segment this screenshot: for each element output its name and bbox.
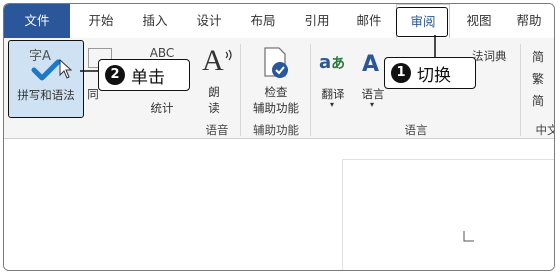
tab-file[interactable]: 文件 [4,4,70,38]
document-page[interactable] [342,159,554,270]
word-window: 文件 开始 插入 设计 布局 引用 邮件 审阅 视图 帮助 字A 拼写和语法 同… [3,3,555,271]
callout-2: 2 单击 [98,59,190,91]
spelling-grammar-button[interactable]: 字A 拼写和语法 [8,40,84,118]
mouse-cursor-icon [59,59,73,79]
accessibility-label-2[interactable]: 辅助功能 [244,100,308,116]
group-label-language: 语言 [404,123,428,137]
read-aloud-label-1[interactable]: 朗 [206,84,222,100]
document-area[interactable] [4,139,554,270]
read-aloud-label-2[interactable]: 读 [206,100,222,116]
tab-mailings[interactable]: 邮件 [346,4,392,38]
dictionary-label-fragment[interactable]: 法词典 [472,48,507,64]
sound-waves-icon [225,49,232,61]
group-separator [520,44,521,136]
tab-insert[interactable]: 插入 [132,4,178,38]
margin-corner-mark [463,231,474,242]
ribbon-tab-bar: 文件 开始 插入 设计 布局 引用 邮件 审阅 视图 帮助 [4,4,554,39]
group-label-speech: 语音 [205,123,229,137]
group-label-accessibility: 辅助功能 [253,123,299,137]
callout-2-text: 单击 [131,67,165,88]
chinese-conversion-icon[interactable]: 简 [532,92,544,109]
wordcount-icon[interactable]: ABC [144,46,180,60]
tab-view[interactable]: 视图 [456,4,502,38]
callout-2-number: 2 [105,65,125,85]
callout-1-number: 1 [391,63,411,83]
checkmark-icon [31,59,61,81]
group-separator [310,44,311,136]
language-icon[interactable]: A [362,52,379,77]
accessibility-check-icon[interactable] [260,46,292,80]
callout-2-pointer [80,70,100,72]
simplified-to-traditional-icon[interactable]: 简 [532,48,544,65]
tab-references[interactable]: 引用 [294,4,340,38]
review-tab-highlight [396,7,448,37]
spelling-grammar-label: 拼写和语法 [17,88,75,102]
group-label-chinese: 中文 [535,123,555,137]
callout-1-text: 切换 [417,65,451,86]
translate-icon[interactable]: aあ [319,52,345,73]
tab-home[interactable]: 开始 [78,4,124,38]
language-dropdown-icon[interactable]: ▾ [366,100,378,109]
tab-layout[interactable]: 布局 [240,4,286,38]
traditional-to-simplified-icon[interactable]: 繁 [532,70,544,87]
read-aloud-icon[interactable]: A [202,44,224,78]
callout-1: 1 切换 [384,57,476,89]
wordcount-label[interactable]: 统计 [144,100,180,116]
accessibility-label-1[interactable]: 检查 [244,84,308,100]
callout-1-pointer [434,35,436,59]
tab-design[interactable]: 设计 [186,4,232,38]
translate-dropdown-icon[interactable]: ▾ [326,100,338,109]
group-separator [240,44,241,136]
tab-help[interactable]: 帮助 [506,4,552,38]
